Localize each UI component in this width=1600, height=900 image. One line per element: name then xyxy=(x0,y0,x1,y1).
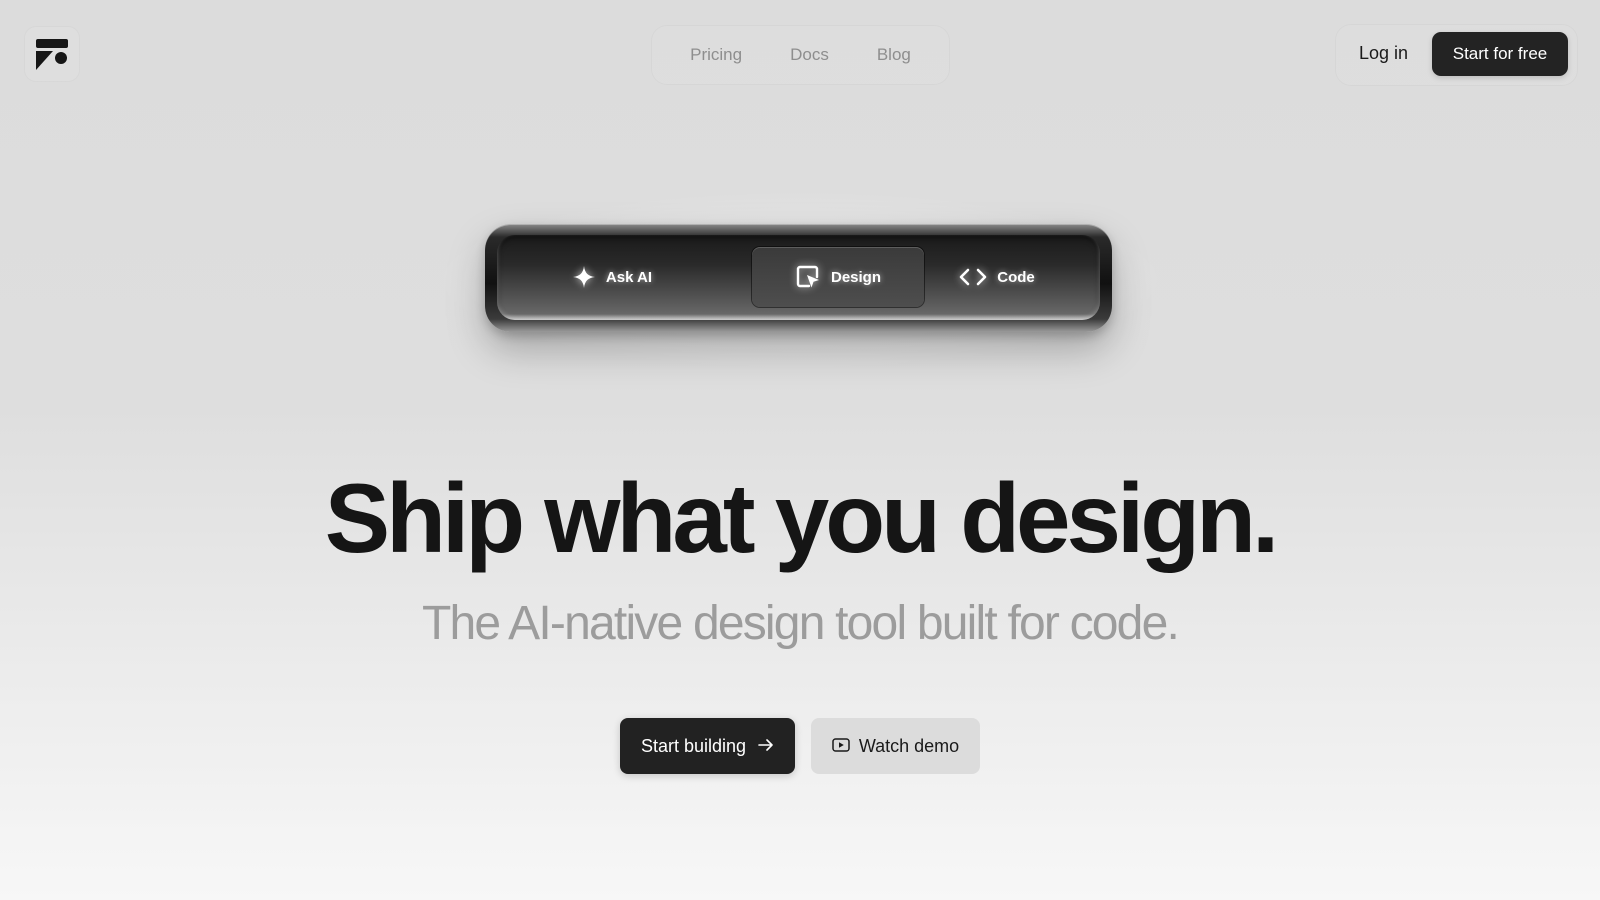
login-link[interactable]: Log in xyxy=(1359,40,1408,66)
brand-logo[interactable] xyxy=(24,26,80,82)
hero-headline: Ship what you design. xyxy=(324,463,1280,573)
toolbar-item-label: Code xyxy=(997,268,1035,286)
nav-link-pricing[interactable]: Pricing xyxy=(690,45,742,65)
toolbar-item-label: Design xyxy=(830,268,881,286)
nav-link-blog[interactable]: Blog xyxy=(877,45,911,65)
toolbar-item-label: Ask AI xyxy=(605,268,653,286)
start-for-free-button[interactable]: Start for free xyxy=(1432,32,1568,76)
toolbar-item-ask-ai[interactable]: Ask AI xyxy=(547,247,677,307)
watch-demo-button[interactable]: Watch demo xyxy=(811,718,980,774)
design-cursor-icon xyxy=(795,264,821,290)
main-nav: Pricing Docs Blog xyxy=(651,25,950,85)
mode-toolbar-track: Ask AI Design Code xyxy=(497,235,1100,320)
hero-subheadline: The AI-native design tool built for code… xyxy=(421,597,1180,650)
code-brackets-icon xyxy=(959,266,987,288)
play-icon xyxy=(832,736,850,757)
nav-link-docs[interactable]: Docs xyxy=(790,45,829,65)
toolbar-item-design[interactable]: Design xyxy=(752,247,924,307)
watch-demo-label: Watch demo xyxy=(858,735,960,756)
start-building-button[interactable]: Start building xyxy=(620,718,795,774)
arrow-right-icon xyxy=(758,736,774,757)
sparkle-icon xyxy=(572,265,596,289)
brand-logo-icon xyxy=(36,39,68,70)
toolbar-item-code[interactable]: Code xyxy=(942,247,1052,307)
mode-toolbar: Ask AI Design Code xyxy=(485,224,1112,332)
start-building-label: Start building xyxy=(640,735,747,756)
